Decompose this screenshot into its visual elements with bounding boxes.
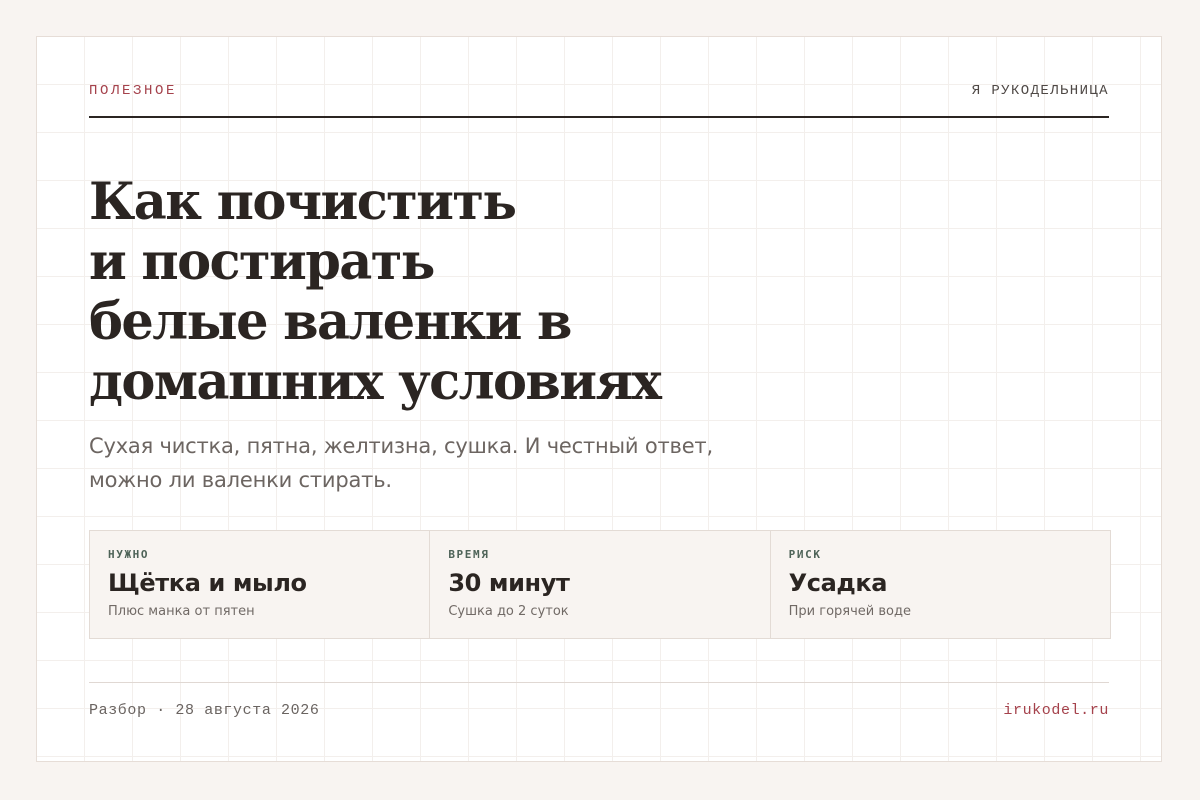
article-byline: Разбор · 28 августа 2026 — [89, 702, 320, 719]
article-title: Как почистить и постирать белые валенки … — [89, 172, 729, 412]
facts-panel: НУЖНО Щётка и мыло Плюс манка от пятен В… — [89, 530, 1111, 639]
fact-value: Усадка — [788, 569, 888, 597]
title-line: белые валенки в — [89, 292, 572, 352]
title-line: домашних условиях — [89, 352, 662, 412]
fact-risk: РИСК Усадка При горячей воде — [771, 531, 1110, 638]
fact-needed: НУЖНО Щётка и мыло Плюс манка от пятен — [90, 531, 431, 638]
fact-label: НУЖНО — [108, 548, 150, 561]
fact-value: Щётка и мыло — [108, 569, 307, 597]
fact-note: Сушка до 2 суток — [448, 604, 569, 619]
title-line: Как почистить — [89, 172, 517, 232]
fact-value: 30 минут — [448, 569, 570, 597]
site-link[interactable]: irukodel.ru — [1003, 702, 1109, 719]
fact-label: ВРЕМЯ — [448, 548, 490, 561]
fact-label: РИСК — [788, 548, 822, 561]
article-card: ПОЛЕЗНОЕ Я РУКОДЕЛЬНИЦА Как почистить и … — [36, 36, 1162, 762]
fact-note: Плюс манка от пятен — [108, 604, 255, 619]
brand-name[interactable]: Я РУКОДЕЛЬНИЦА — [972, 83, 1109, 99]
footer-divider — [89, 682, 1109, 683]
category-kicker[interactable]: ПОЛЕЗНОЕ — [89, 83, 177, 99]
fact-time: ВРЕМЯ 30 минут Сушка до 2 суток — [430, 531, 771, 638]
card-header: ПОЛЕЗНОЕ Я РУКОДЕЛЬНИЦА — [89, 83, 1109, 118]
fact-note: При горячей воде — [788, 604, 911, 619]
title-line: и постирать — [89, 232, 435, 292]
article-subtitle: Сухая чистка, пятна, желтизна, сушка. И … — [89, 429, 809, 497]
subtitle-line: Сухая чистка, пятна, желтизна, сушка. И … — [89, 434, 713, 458]
subtitle-line: можно ли валенки стирать. — [89, 468, 392, 492]
